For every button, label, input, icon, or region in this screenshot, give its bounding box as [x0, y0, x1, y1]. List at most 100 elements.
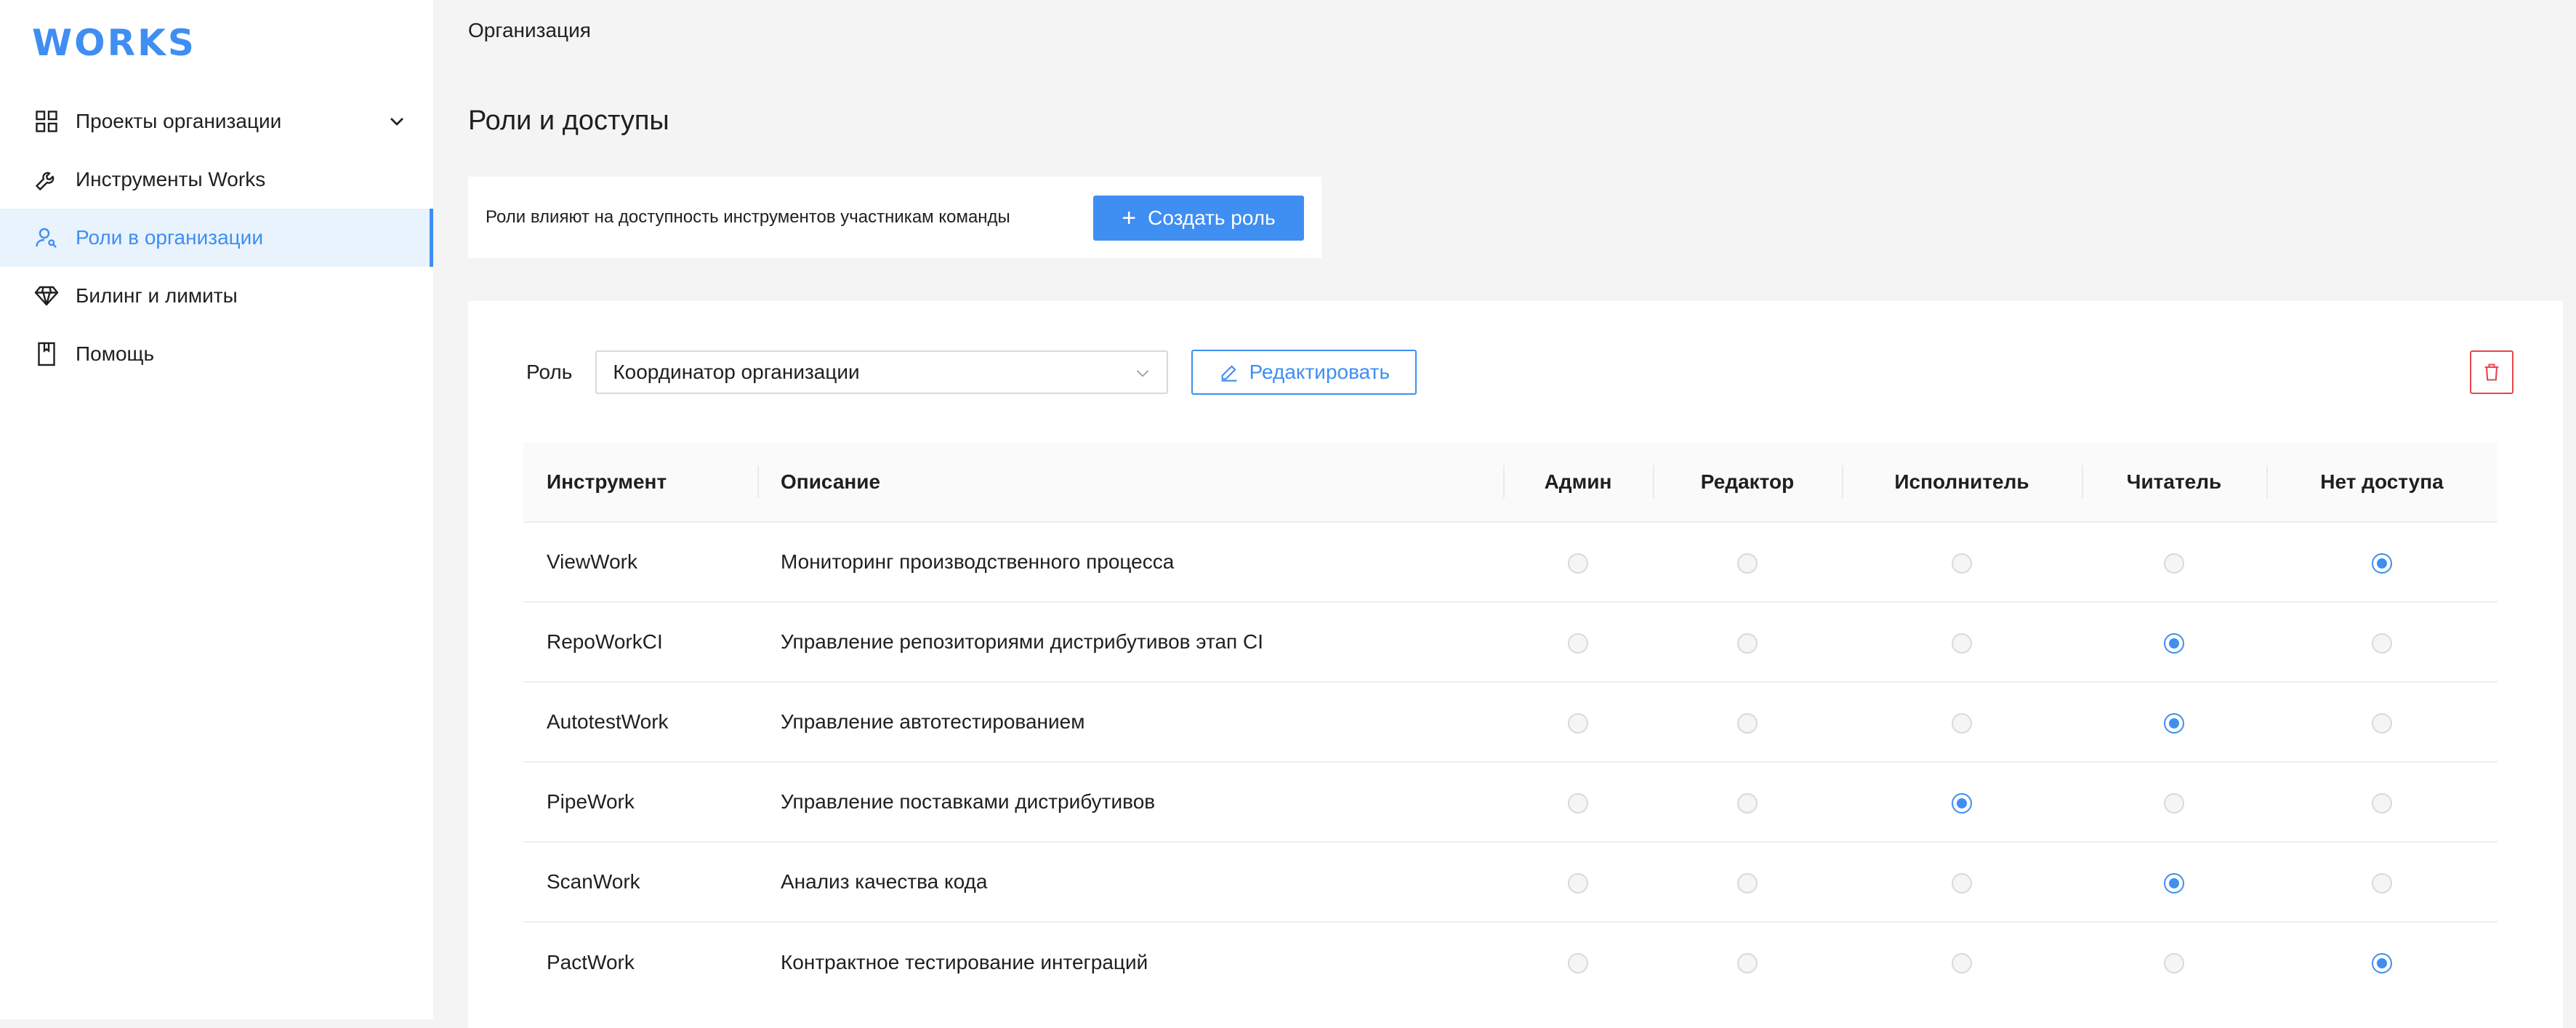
access-cell-executor	[1842, 842, 2082, 922]
tool-description-cell: Мониторинг производственного процесса	[781, 550, 1175, 573]
access-radio-executor[interactable]	[1952, 872, 1972, 894]
access-radio-executor[interactable]	[1952, 633, 1972, 654]
access-radio-reader[interactable]	[2164, 872, 2184, 894]
access-radio-no-access[interactable]	[2372, 553, 2392, 574]
sidebar-item-tools[interactable]: Инструменты Works	[0, 150, 433, 209]
access-radio-no-access[interactable]	[2372, 953, 2392, 974]
access-radio-admin[interactable]	[1568, 712, 1588, 734]
breadcrumb[interactable]: Организация	[468, 19, 591, 42]
access-cell-no-access	[2266, 922, 2497, 1002]
access-radio-no-access[interactable]	[2372, 872, 2392, 894]
sidebar: WORKS Проекты организации Инструменты Wo…	[0, 0, 433, 1019]
access-cell-executor	[1842, 762, 2082, 842]
edit-role-button[interactable]: Редактировать	[1191, 350, 1417, 395]
access-cell-reader	[2082, 762, 2266, 842]
access-cell-reader	[2082, 602, 2266, 682]
tool-description-cell: Управление автотестированием	[781, 710, 1085, 733]
access-radio-no-access[interactable]	[2372, 712, 2392, 734]
role-selector-row: Роль Координатор организации Редактирова…	[526, 349, 1417, 395]
access-radio-executor[interactable]	[1952, 553, 1972, 574]
grid-icon	[32, 107, 61, 136]
column-header-tool: Инструмент	[547, 470, 667, 493]
page-title: Роли и доступы	[468, 105, 669, 136]
user-roles-icon	[32, 223, 61, 252]
access-cell-editor	[1653, 842, 1842, 922]
tool-description-cell: Управление поставками дистрибутивов	[781, 790, 1156, 813]
access-cell-editor	[1653, 522, 1842, 602]
delete-role-button[interactable]	[2470, 350, 2513, 394]
access-radio-admin[interactable]	[1568, 553, 1588, 574]
trash-icon	[2484, 364, 2499, 381]
access-radio-admin[interactable]	[1568, 953, 1588, 974]
table-row: ScanWork Анализ качества кода	[523, 842, 2497, 922]
tool-name-cell: PactWork	[547, 950, 635, 973]
chevron-down-icon[interactable]	[385, 110, 408, 133]
access-radio-reader[interactable]	[2164, 953, 2184, 974]
sidebar-item-billing[interactable]: Билинг и лимиты	[0, 267, 433, 325]
access-radio-editor[interactable]	[1737, 553, 1758, 574]
access-cell-executor	[1842, 922, 2082, 1002]
access-radio-admin[interactable]	[1568, 792, 1588, 814]
table-row: ViewWork Мониторинг производственного про…	[523, 522, 2497, 602]
tool-name-cell: AutotestWork	[547, 710, 669, 733]
tool-name-cell: PipeWork	[547, 790, 635, 813]
role-select-value: Координатор организации	[613, 361, 860, 383]
tool-description-cell: Анализ качества кода	[781, 870, 988, 893]
access-radio-no-access[interactable]	[2372, 792, 2392, 814]
access-cell-no-access	[2266, 682, 2497, 762]
column-header-editor: Редактор	[1653, 442, 1842, 522]
access-cell-executor	[1842, 682, 2082, 762]
access-radio-reader[interactable]	[2164, 792, 2184, 814]
main-content: Организация Роли и доступы Роли влияют н…	[433, 0, 2576, 1028]
access-radio-no-access[interactable]	[2372, 633, 2392, 654]
role-select[interactable]: Координатор организации	[595, 350, 1169, 394]
access-radio-executor[interactable]	[1952, 712, 1972, 734]
table-body: ViewWork Мониторинг производственного про…	[523, 522, 2497, 1002]
access-radio-editor[interactable]	[1737, 953, 1758, 974]
access-radio-editor[interactable]	[1737, 633, 1758, 654]
access-radio-editor[interactable]	[1737, 792, 1758, 814]
chevron-down-icon	[1137, 370, 1149, 377]
access-cell-admin	[1503, 922, 1653, 1002]
access-radio-reader[interactable]	[2164, 633, 2184, 654]
access-radio-executor[interactable]	[1952, 953, 1972, 974]
sidebar-item-help[interactable]: Помощь	[0, 325, 433, 383]
table-row: AutotestWork Управление автотестированием	[523, 682, 2497, 762]
tool-name-cell: ViewWork	[547, 550, 638, 573]
edit-role-label: Редактировать	[1249, 361, 1390, 383]
sidebar-item-label: Роли в организации	[76, 226, 263, 249]
access-radio-admin[interactable]	[1568, 633, 1588, 654]
table-header-row: Инструмент Описание Админ Редактор Испол…	[523, 442, 2497, 522]
sidebar-item-label: Инструменты Works	[76, 168, 266, 190]
sidebar-item-org-roles[interactable]: Роли в организации	[0, 209, 433, 267]
access-radio-reader[interactable]	[2164, 712, 2184, 734]
access-radio-reader[interactable]	[2164, 553, 2184, 574]
access-cell-executor	[1842, 522, 2082, 602]
access-cell-no-access	[2266, 602, 2497, 682]
access-cell-admin	[1503, 682, 1653, 762]
access-radio-editor[interactable]	[1737, 712, 1758, 734]
column-header-description: Описание	[757, 442, 1503, 522]
access-cell-reader	[2082, 682, 2266, 762]
sidebar-nav: Проекты организации Инструменты Works Ро…	[0, 92, 433, 383]
wrench-icon	[32, 165, 61, 194]
access-radio-editor[interactable]	[1737, 872, 1758, 894]
access-cell-no-access	[2266, 842, 2497, 922]
column-header-admin: Админ	[1503, 442, 1653, 522]
roles-card: Роль Координатор организации Редактирова…	[468, 301, 2563, 1028]
access-radio-executor[interactable]	[1952, 792, 1972, 814]
access-radio-admin[interactable]	[1568, 872, 1588, 894]
access-cell-reader	[2082, 842, 2266, 922]
tool-name-cell: RepoWorkCI	[547, 630, 663, 653]
book-icon	[32, 340, 61, 369]
table-row: PipeWork Управление поставками дистрибути…	[523, 762, 2497, 842]
works-logo[interactable]: WORKS	[32, 22, 196, 64]
access-cell-admin	[1503, 842, 1653, 922]
access-cell-no-access	[2266, 522, 2497, 602]
create-role-button[interactable]: + Создать роль	[1093, 196, 1304, 241]
column-header-reader: Читатель	[2082, 442, 2266, 522]
access-cell-no-access	[2266, 762, 2497, 842]
pencil-icon	[1221, 365, 1237, 382]
sidebar-item-org-projects[interactable]: Проекты организации	[0, 92, 433, 150]
tool-name-cell: ScanWork	[547, 870, 640, 893]
